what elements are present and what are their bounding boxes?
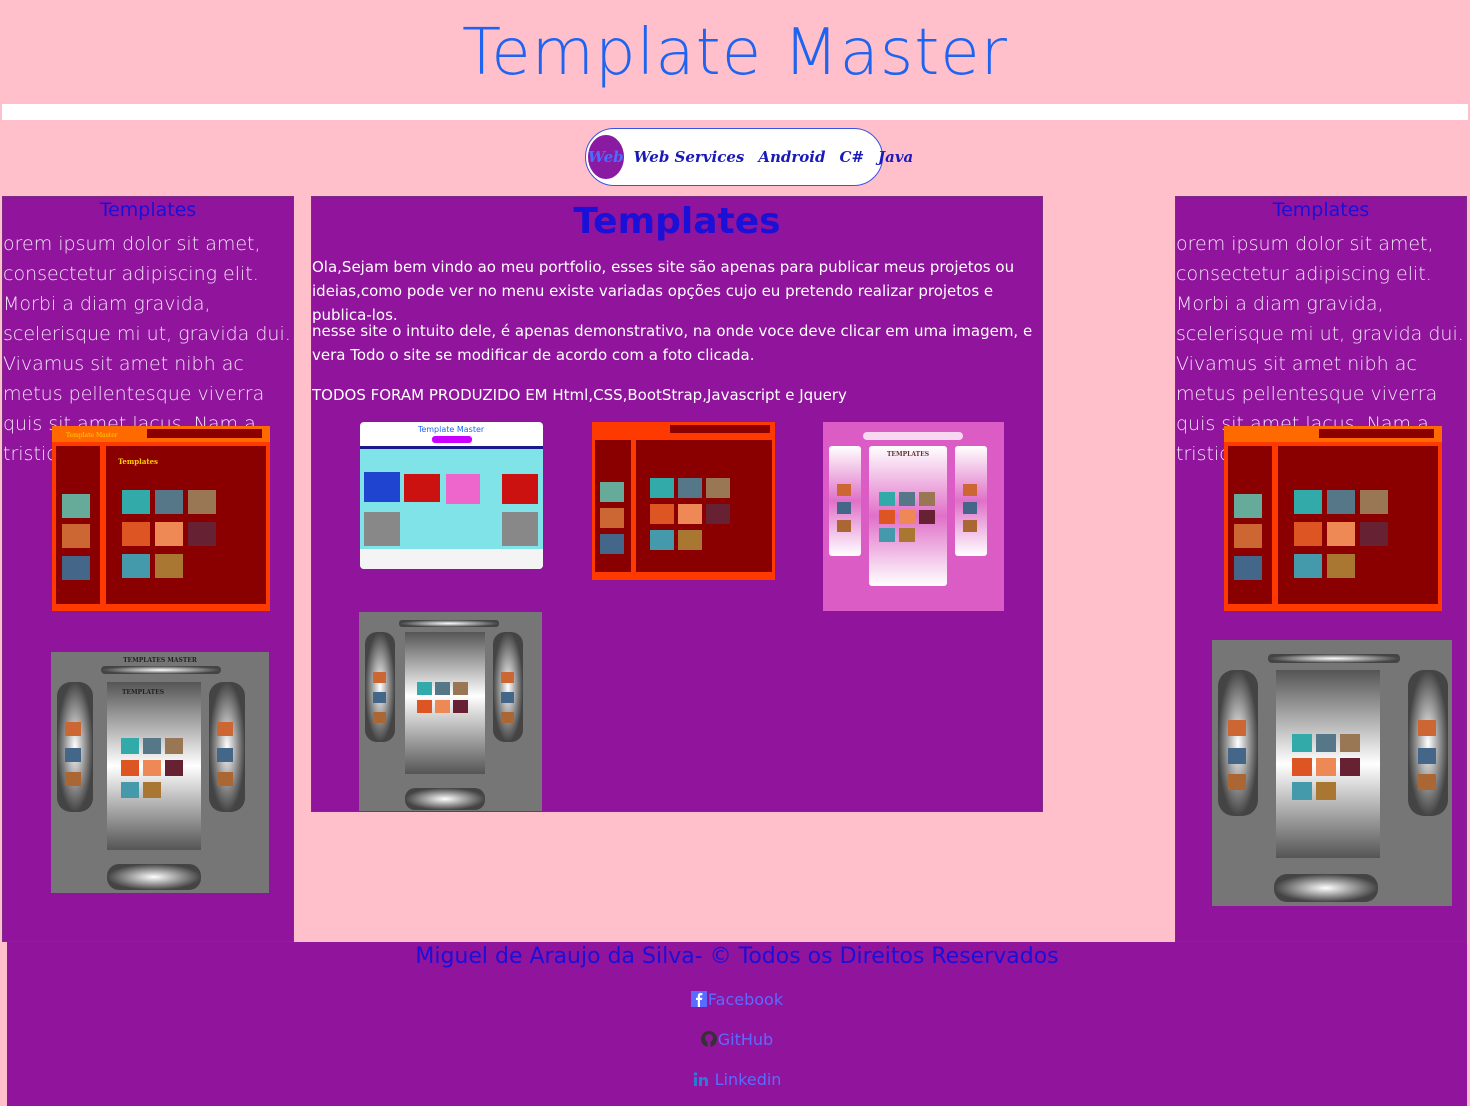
facebook-label: Facebook [707,990,784,1009]
linkedin-icon [693,1072,708,1086]
template-thumb-blue[interactable]: Template Master [360,422,543,569]
template-thumb-gray-main[interactable] [359,612,542,811]
instruction-paragraph: nesse site o intuito dele, é apenas demo… [312,322,1033,364]
nav-item-csharp[interactable]: C# [840,148,865,166]
linkedin-label: Linkedin [714,1070,782,1089]
footer-credit: Miguel de Araujo da Silva- © Todos os Di… [415,944,1059,969]
footer: Miguel de Araujo da Silva- © Todos os Di… [7,942,1467,1106]
template-thumb-red[interactable]: Template Master Templates [52,426,270,611]
nav-item-java[interactable]: Java [878,148,913,166]
right-sidebar-title: Templates [1272,199,1370,221]
github-link[interactable]: GitHub [7,1030,1467,1049]
facebook-link[interactable]: Facebook [7,990,1467,1009]
facebook-icon [690,991,707,1007]
template-thumb-gray[interactable]: TEMPLATES MASTER TEMPLATES [51,652,269,893]
thumb-gray-header: TEMPLATES MASTER [123,657,198,664]
site-title: Template Master [462,16,1008,90]
left-sidebar: Templates orem ipsum dolor sit amet, con… [2,196,294,942]
right-sidebar: Templates orem ipsum dolor sit amet, con… [1175,196,1467,942]
github-icon [700,1031,717,1047]
template-thumb-red-main[interactable] [592,422,775,580]
nav-item-android[interactable]: Android [758,148,825,166]
nav-item-web[interactable]: Web [588,135,624,179]
tech-paragraph: TODOS FORAM PRODUZIDO EM Html,CSS,BootSt… [312,386,847,404]
template-thumb-pink[interactable]: TEMPLATES [823,422,1004,611]
template-thumb-red-right[interactable] [1224,426,1442,611]
intro-paragraph: Ola,Sejam bem vindo ao meu portfolio, es… [312,258,1015,324]
template-thumb-gray-right[interactable] [1212,640,1452,906]
linkedin-link[interactable]: Linkedin [7,1070,1467,1089]
thumb-gray-heading: TEMPLATES [122,689,164,696]
header-divider [2,104,1468,120]
nav-item-web-services[interactable]: Web Services [634,148,745,166]
main-content: Templates Ola,Sejam bem vindo ao meu por… [311,196,1043,812]
thumb-red-heading: Templates [118,457,158,466]
github-label: GitHub [717,1030,774,1049]
left-sidebar-title: Templates [99,199,197,221]
thumb-red-title: Template Master [66,432,118,439]
thumb-blue-title: Template Master [417,425,485,434]
main-title: Templates [573,201,781,242]
nav-menu: Web Web Services Android C# Java [585,128,913,186]
thumb-pink-heading: TEMPLATES [887,451,929,458]
